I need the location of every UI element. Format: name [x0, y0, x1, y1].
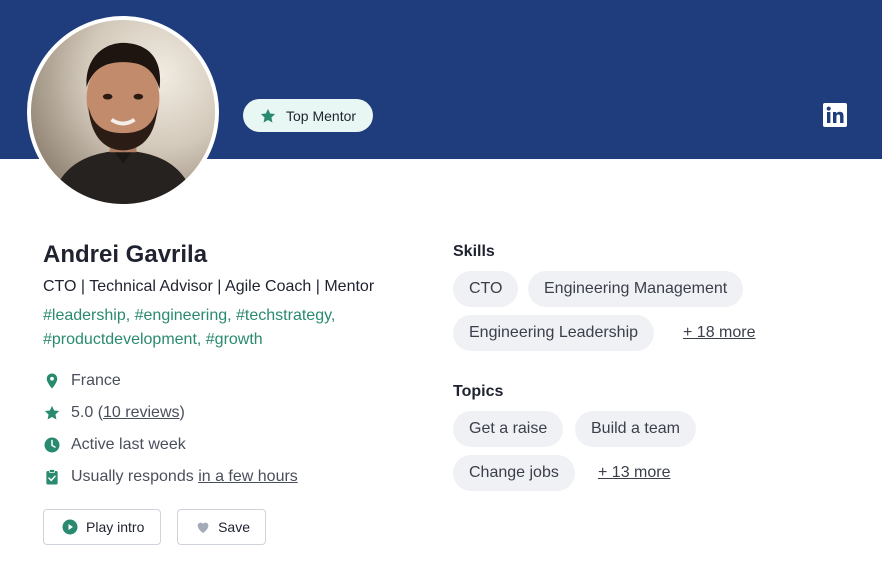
linkedin-icon[interactable]: [823, 103, 847, 127]
topics-more-link[interactable]: + 13 more: [598, 464, 670, 482]
star-icon: [44, 405, 60, 420]
topics-heading: Topics: [453, 383, 504, 400]
avatar-photo: [31, 20, 215, 204]
star-icon: [260, 108, 276, 122]
mentor-name: Andrei Gavrila: [43, 241, 208, 268]
topic-chip[interactable]: Change jobs: [453, 455, 575, 491]
reviews-link[interactable]: 10 reviews: [103, 404, 179, 421]
topic-chip[interactable]: Build a team: [575, 411, 696, 447]
top-mentor-badge: Top Mentor: [243, 99, 374, 132]
skills-heading: Skills: [453, 243, 495, 260]
activity-text: Active last week: [71, 436, 186, 453]
skill-chip[interactable]: Engineering Management: [528, 271, 744, 307]
location-pin-icon: [46, 373, 58, 389]
location-text: France: [71, 372, 121, 389]
save-button[interactable]: Save: [177, 509, 266, 545]
play-icon: [62, 519, 78, 535]
response-time-row: Usually responds in a few hours: [43, 468, 298, 486]
mentor-hashtags: #leadership, #engineering, #techstrategy…: [43, 307, 336, 348]
rating-value: 5.0: [71, 404, 94, 421]
avatar: [27, 16, 219, 208]
response-time-link[interactable]: in a few hours: [198, 468, 298, 485]
rating-row: 5.0 (10 reviews): [43, 404, 185, 422]
top-mentor-label: Top Mentor: [286, 107, 357, 124]
skills-more-link[interactable]: + 18 more: [683, 324, 755, 342]
heart-icon: [197, 522, 209, 534]
response-prefix: Usually responds: [71, 468, 194, 485]
skill-chip[interactable]: CTO: [453, 271, 519, 307]
mentor-headline: CTO | Technical Advisor | Agile Coach | …: [43, 278, 375, 295]
activity-row: Active last week: [43, 436, 186, 454]
topic-chip[interactable]: Get a raise: [453, 411, 564, 447]
skill-chip[interactable]: Engineering Leadership: [453, 315, 655, 351]
save-label: Save: [218, 519, 250, 535]
location-row: France: [43, 372, 121, 390]
clock-icon: [44, 437, 60, 453]
play-intro-button[interactable]: Play intro: [43, 509, 161, 545]
play-intro-label: Play intro: [86, 519, 145, 535]
clipboard-check-icon: [46, 469, 58, 485]
rating-paren-close: ): [179, 404, 185, 421]
